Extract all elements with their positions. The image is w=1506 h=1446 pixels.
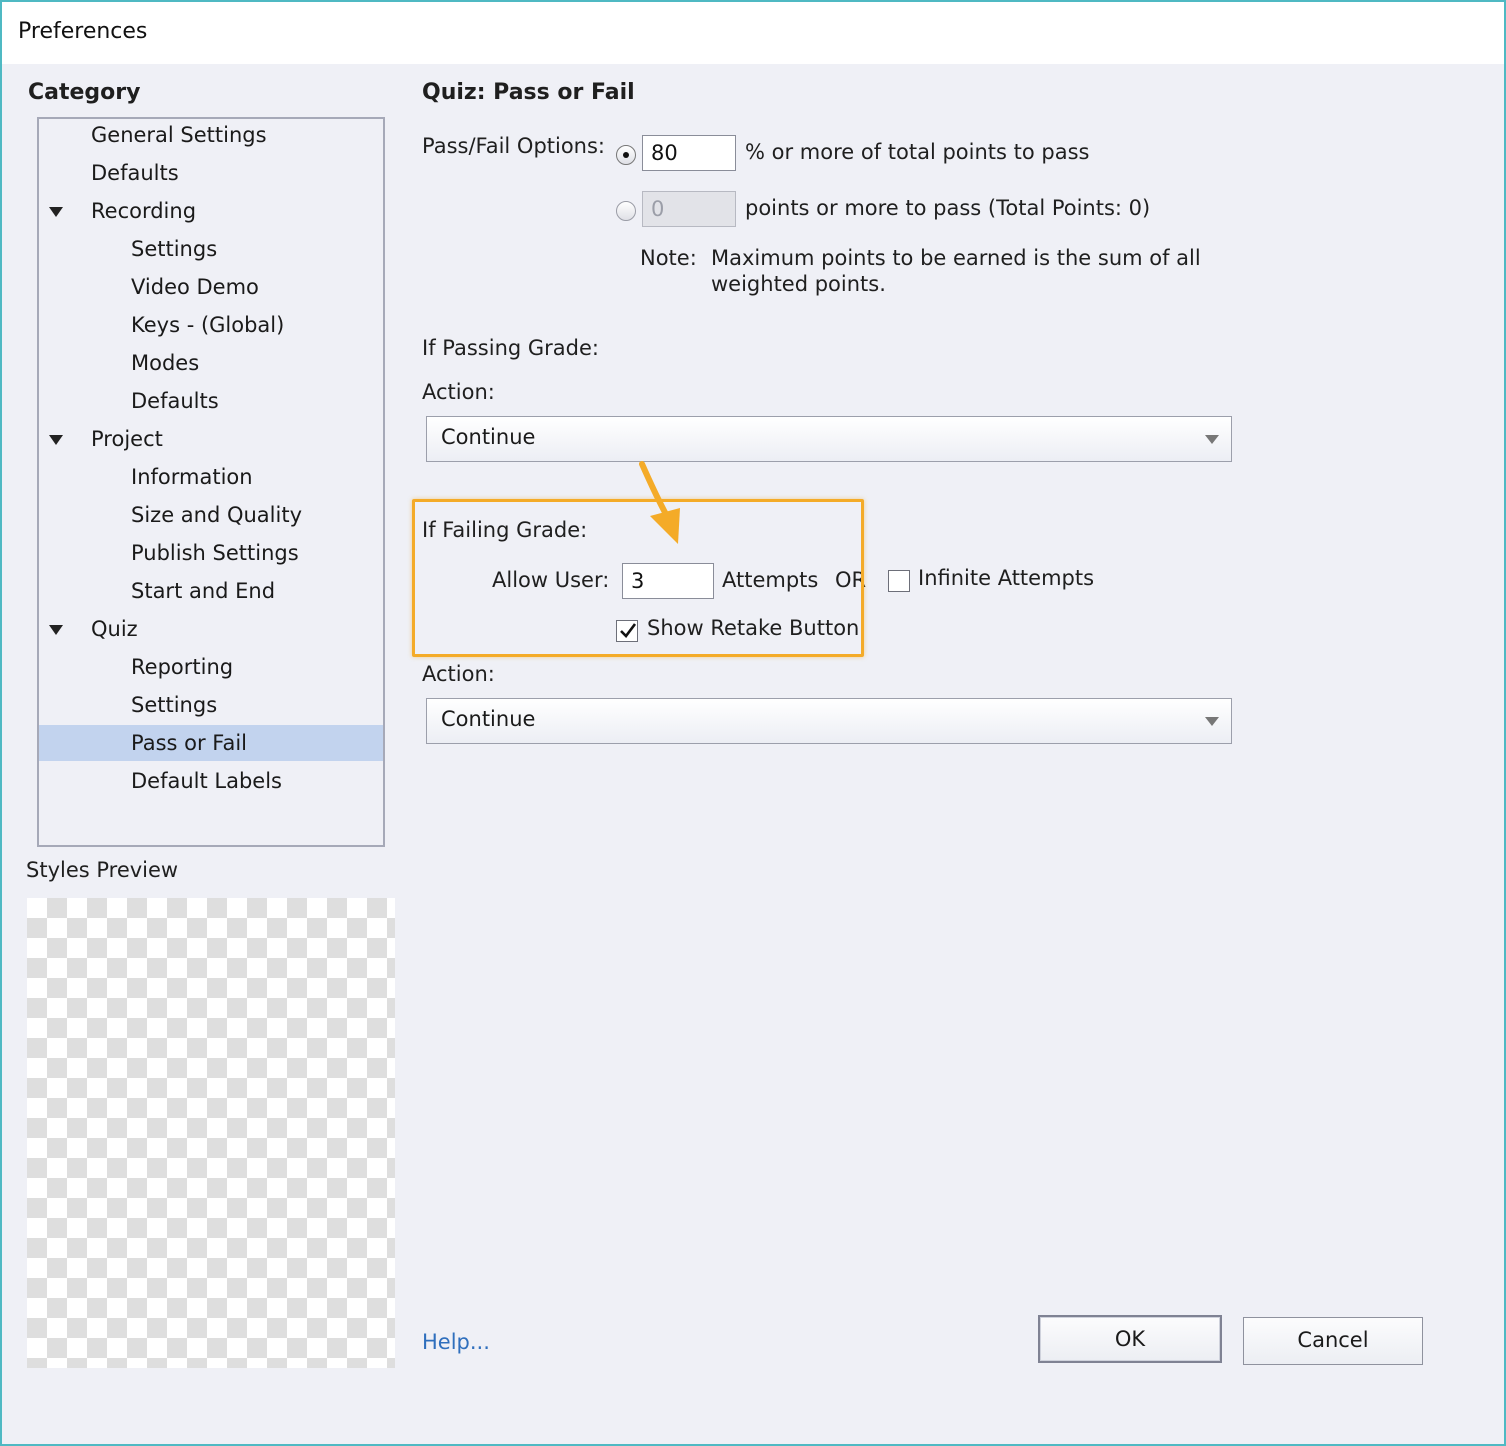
title-bar: Preferences xyxy=(2,2,1504,64)
category-tree[interactable]: General Settings Defaults Recording Setting… xyxy=(37,117,385,847)
sidebar-item-label: Default Labels xyxy=(131,769,282,793)
failing-action-select[interactable]: Continue xyxy=(426,698,1232,744)
passing-grade-heading: If Passing Grade: xyxy=(422,336,599,360)
infinite-attempts-checkbox[interactable] xyxy=(888,570,910,592)
sidebar-item-label: Reporting xyxy=(131,655,234,679)
sidebar-item[interactable]: Modes xyxy=(39,345,383,381)
percent-suffix: % or more of total points to pass xyxy=(745,140,1090,164)
note-text-line2: weighted points. xyxy=(711,272,886,296)
sidebar-item-label: Settings xyxy=(131,693,218,717)
sidebar-item-label: Modes xyxy=(131,351,200,375)
sidebar-item-label: Information xyxy=(131,465,253,489)
sidebar-item-label: Pass or Fail xyxy=(131,731,247,755)
category-heading: Category xyxy=(28,80,141,105)
sidebar-item-label: General Settings xyxy=(91,123,267,147)
passing-action-select[interactable]: Continue xyxy=(426,416,1232,462)
sidebar-item[interactable]: Recording xyxy=(39,193,383,229)
window-title: Preferences xyxy=(18,19,148,44)
sidebar-item[interactable]: Pass or Fail xyxy=(39,725,383,761)
radio-selected-dot xyxy=(623,152,629,158)
infinite-attempts-label: Infinite Attempts xyxy=(918,566,1095,590)
sidebar-item[interactable]: Settings xyxy=(39,231,383,267)
chevron-down-icon xyxy=(1205,717,1219,726)
note-label: Note: xyxy=(640,246,697,270)
cancel-button[interactable]: Cancel xyxy=(1243,1317,1423,1365)
ok-button[interactable]: OK xyxy=(1038,1315,1222,1363)
failing-action-label: Action: xyxy=(422,662,495,686)
sidebar-item[interactable]: Keys - (Global) xyxy=(39,307,383,343)
sidebar-item[interactable]: Publish Settings xyxy=(39,535,383,571)
sidebar-item[interactable]: Quiz xyxy=(39,611,383,647)
sidebar-item-label: Defaults xyxy=(91,161,179,185)
help-link[interactable]: Help... xyxy=(422,1330,490,1354)
expand-caret-icon[interactable] xyxy=(49,435,63,445)
pass-fail-options-label: Pass/Fail Options: xyxy=(422,134,606,158)
sidebar-item-label: Publish Settings xyxy=(131,541,299,565)
failing-action-value: Continue xyxy=(441,707,536,731)
points-radio[interactable] xyxy=(616,201,636,221)
passing-action-value: Continue xyxy=(441,425,536,449)
sidebar-item[interactable]: Size and Quality xyxy=(39,497,383,533)
sidebar-item[interactable]: Start and End xyxy=(39,573,383,609)
sidebar-item[interactable]: Video Demo xyxy=(39,269,383,305)
passing-action-label: Action: xyxy=(422,380,495,404)
sidebar-item-label: Project xyxy=(91,427,163,451)
sidebar-item[interactable]: Project xyxy=(39,421,383,457)
sidebar-item[interactable]: Information xyxy=(39,459,383,495)
sidebar-item[interactable]: Defaults xyxy=(39,383,383,419)
sidebar-item-label: Keys - (Global) xyxy=(131,313,285,337)
sidebar-item[interactable]: General Settings xyxy=(39,117,383,153)
annotation-arrow-icon xyxy=(639,461,680,544)
sidebar-item[interactable]: Reporting xyxy=(39,649,383,685)
note-text-line1: Maximum points to be earned is the sum o… xyxy=(711,246,1201,270)
sidebar-item[interactable]: Defaults xyxy=(39,155,383,191)
sidebar-item-label: Video Demo xyxy=(131,275,259,299)
expand-caret-icon[interactable] xyxy=(49,625,63,635)
points-input[interactable]: 0 xyxy=(642,191,736,227)
styles-preview-label: Styles Preview xyxy=(26,858,179,882)
sidebar-item-label: Quiz xyxy=(91,617,138,641)
sidebar-item-label: Start and End xyxy=(131,579,276,603)
sidebar-item-label: Settings xyxy=(131,237,218,261)
preferences-dialog: Preferences Category General Settings Def… xyxy=(0,0,1506,1446)
sidebar-item-label: Size and Quality xyxy=(131,503,303,527)
sidebar-item-label: Defaults xyxy=(131,389,219,413)
page-title: Quiz: Pass or Fail xyxy=(422,80,635,105)
percent-radio[interactable] xyxy=(616,145,636,165)
styles-preview-canvas xyxy=(27,898,395,1368)
expand-caret-icon[interactable] xyxy=(49,207,63,217)
points-suffix: points or more to pass (Total Points: 0) xyxy=(745,196,1151,220)
sidebar-item[interactable]: Settings xyxy=(39,687,383,723)
sidebar-item-label: Recording xyxy=(91,199,197,223)
sidebar-item[interactable]: Default Labels xyxy=(39,763,383,799)
chevron-down-icon xyxy=(1205,435,1219,444)
percent-input[interactable]: 80 xyxy=(642,135,736,171)
